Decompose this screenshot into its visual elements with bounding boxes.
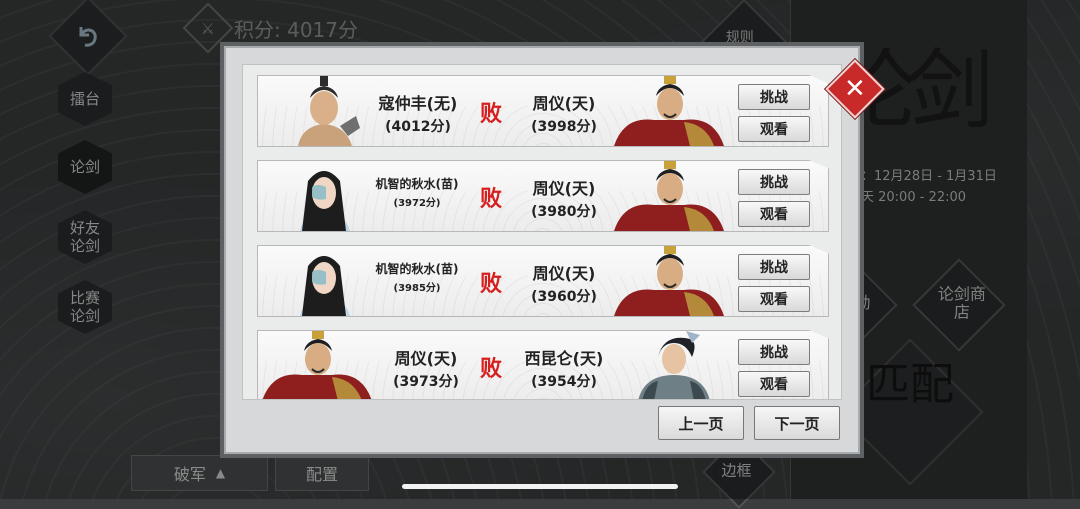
left-player: 机智的秋水(苗) (3985分) xyxy=(358,260,476,294)
left-player-points: (3972分) xyxy=(393,198,441,209)
next-page-button[interactable]: 下一页 xyxy=(754,406,840,440)
left-player-name: 寇仲丰(无) xyxy=(378,94,458,113)
right-player: 周仪(天) (3960分) xyxy=(514,260,614,306)
watch-button[interactable]: 观看 xyxy=(738,371,810,397)
player-portrait xyxy=(262,331,372,399)
watch-button[interactable]: 观看 xyxy=(738,286,810,312)
result-label: 败 xyxy=(480,102,503,127)
list-item: 周仪(天) (3973分) 败 西昆仑(天) (3954分) 挑战 观看 xyxy=(257,330,829,399)
challenge-button[interactable]: 挑战 xyxy=(738,339,810,365)
right-player-name: 西昆仑(天) xyxy=(524,349,604,368)
watch-button[interactable]: 观看 xyxy=(738,201,810,227)
opponent-portrait xyxy=(614,76,724,146)
right-player: 西昆仑(天) (3954分) xyxy=(514,345,614,391)
result-label: 败 xyxy=(480,272,503,297)
right-player: 周仪(天) (3998分) xyxy=(514,90,614,136)
list-item: 寇仲丰(无) (4012分) 败 周仪(天) (3998分) 挑战 观看 xyxy=(257,75,829,147)
result-label: 败 xyxy=(480,187,503,212)
right-player-points: (3960分) xyxy=(531,289,597,305)
match-list: 寇仲丰(无) (4012分) 败 周仪(天) (3998分) 挑战 观看 机智的… xyxy=(242,64,842,400)
player-portrait xyxy=(278,161,370,231)
watch-button[interactable]: 观看 xyxy=(738,116,810,142)
home-indicator[interactable] xyxy=(402,484,678,489)
opponent-portrait xyxy=(614,246,724,316)
match-history-modal: 寇仲丰(无) (4012分) 败 周仪(天) (3998分) 挑战 观看 机智的… xyxy=(224,46,860,454)
left-player-points: (3973分) xyxy=(393,374,459,390)
right-player-points: (3954分) xyxy=(531,374,597,390)
right-player-points: (3998分) xyxy=(531,119,597,135)
challenge-button[interactable]: 挑战 xyxy=(738,254,810,280)
close-icon: ✕ xyxy=(844,73,866,104)
player-portrait xyxy=(278,76,370,146)
result-label: 败 xyxy=(480,357,503,382)
challenge-button[interactable]: 挑战 xyxy=(738,169,810,195)
list-item: 机智的秋水(苗) (3985分) 败 周仪(天) (3960分) 挑战 观看 xyxy=(257,245,829,317)
right-player-name: 周仪(天) xyxy=(532,179,596,198)
left-player-name: 周仪(天) xyxy=(394,349,458,368)
challenge-button[interactable]: 挑战 xyxy=(738,84,810,110)
left-player-points: (3985分) xyxy=(393,283,441,294)
player-portrait xyxy=(278,246,370,316)
left-player: 机智的秋水(苗) (3972分) xyxy=(358,175,476,209)
right-player-name: 周仪(天) xyxy=(532,264,596,283)
right-player-points: (3980分) xyxy=(531,204,597,220)
list-item: 机智的秋水(苗) (3972分) 败 周仪(天) (3980分) 挑战 观看 xyxy=(257,160,829,232)
left-player-name: 机智的秋水(苗) xyxy=(375,177,459,191)
right-player-name: 周仪(天) xyxy=(532,94,596,113)
opponent-portrait xyxy=(614,161,724,231)
prev-page-button[interactable]: 上一页 xyxy=(658,406,744,440)
left-player: 周仪(天) (3973分) xyxy=(376,345,476,391)
left-player: 寇仲丰(无) (4012分) xyxy=(368,90,468,136)
right-player: 周仪(天) (3980分) xyxy=(514,175,614,221)
opponent-portrait xyxy=(628,331,720,399)
left-player-name: 机智的秋水(苗) xyxy=(375,262,459,276)
left-player-points: (4012分) xyxy=(385,119,451,135)
